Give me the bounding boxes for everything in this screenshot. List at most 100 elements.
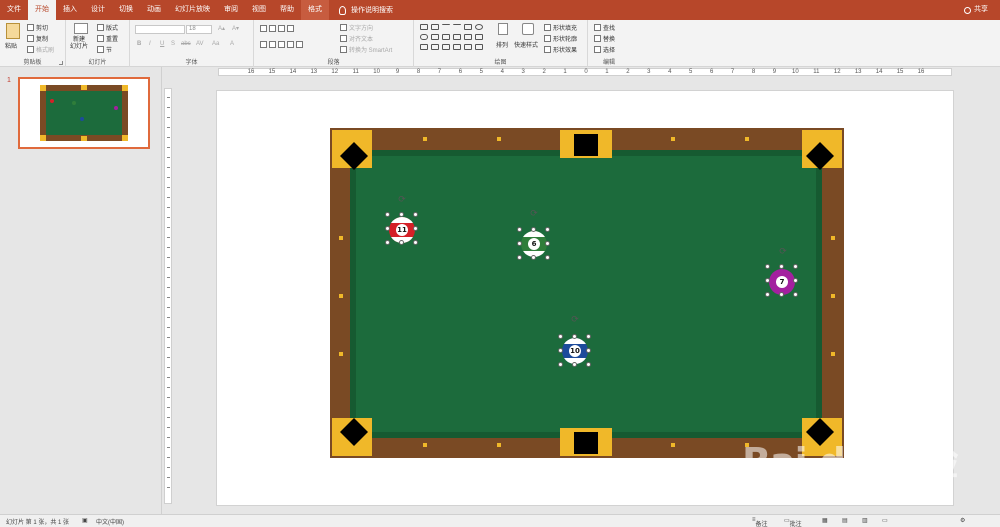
align-buttons[interactable] bbox=[260, 41, 305, 48]
resize-handle[interactable] bbox=[793, 292, 798, 297]
resize-handle[interactable] bbox=[531, 227, 536, 232]
text-direction-button[interactable]: 文字方向 bbox=[340, 23, 373, 32]
right-arrow-shape-icon[interactable] bbox=[453, 34, 461, 40]
shrink-font-button[interactable]: A▾ bbox=[232, 25, 239, 32]
shape-outline-button[interactable]: 形状轮廓 bbox=[544, 34, 577, 43]
tab-slideshow[interactable]: 幻灯片放映 bbox=[168, 0, 217, 20]
quick-styles-button[interactable]: 快速样式 bbox=[514, 40, 538, 49]
shape-effects-button[interactable]: 形状效果 bbox=[544, 45, 577, 54]
align-text-button[interactable]: 对齐文本 bbox=[340, 34, 373, 43]
tab-review[interactable]: 审阅 bbox=[217, 0, 245, 20]
resize-handle[interactable] bbox=[586, 348, 591, 353]
bracket-shape-icon[interactable] bbox=[453, 44, 461, 50]
rounded-rect-shape-icon[interactable] bbox=[420, 34, 428, 40]
comments-button[interactable]: ▭ 批注 bbox=[784, 517, 802, 527]
resize-handle[interactable] bbox=[572, 362, 577, 367]
replace-button[interactable]: 替换 bbox=[594, 34, 615, 43]
more-shapes-icon[interactable] bbox=[475, 44, 483, 50]
resize-handle[interactable] bbox=[558, 362, 563, 367]
resize-handle[interactable] bbox=[765, 264, 770, 269]
sorter-view-icon[interactable]: ▤ bbox=[842, 517, 848, 524]
resize-handle[interactable] bbox=[765, 278, 770, 283]
oval-shape-icon[interactable] bbox=[475, 24, 483, 30]
resize-handle[interactable] bbox=[545, 227, 550, 232]
shape-fill-button[interactable]: 形状填充 bbox=[544, 23, 577, 32]
resize-handle[interactable] bbox=[779, 292, 784, 297]
arrow-shape-icon[interactable] bbox=[453, 24, 461, 30]
resize-handle[interactable] bbox=[793, 264, 798, 269]
elbow-shape-icon[interactable] bbox=[442, 34, 450, 40]
resize-handle[interactable] bbox=[793, 278, 798, 283]
star-shape-icon[interactable] bbox=[464, 34, 472, 40]
format-painter-button[interactable]: 格式刷 bbox=[27, 45, 54, 54]
pool-ball-6[interactable]: 6 bbox=[521, 231, 547, 257]
resize-handle[interactable] bbox=[385, 226, 390, 231]
resize-handle[interactable] bbox=[385, 212, 390, 217]
brace-shape-icon[interactable] bbox=[475, 34, 483, 40]
normal-view-icon[interactable]: ▦ bbox=[822, 517, 828, 524]
font-color-button[interactable]: A bbox=[230, 41, 234, 47]
resize-handle[interactable] bbox=[517, 255, 522, 260]
tab-view[interactable]: 视图 bbox=[245, 0, 273, 20]
resize-handle[interactable] bbox=[413, 212, 418, 217]
paste-button[interactable]: 粘贴 bbox=[5, 41, 17, 50]
arrange-button[interactable]: 排列 bbox=[496, 40, 508, 49]
find-button[interactable]: 查找 bbox=[594, 23, 615, 32]
resize-handle[interactable] bbox=[586, 334, 591, 339]
tab-transitions[interactable]: 切换 bbox=[112, 0, 140, 20]
wave-shape-icon[interactable] bbox=[464, 44, 472, 50]
resize-handle[interactable] bbox=[385, 240, 390, 245]
slideshow-view-icon[interactable]: ▭ bbox=[882, 517, 888, 524]
resize-handle[interactable] bbox=[545, 241, 550, 246]
resize-handle[interactable] bbox=[765, 292, 770, 297]
underline-button[interactable]: U bbox=[160, 41, 164, 47]
share-button[interactable]: 共享 bbox=[964, 0, 988, 20]
slide-thumbnail[interactable] bbox=[18, 77, 150, 149]
resize-handle[interactable] bbox=[586, 362, 591, 367]
tab-design[interactable]: 设计 bbox=[84, 0, 112, 20]
resize-handle[interactable] bbox=[399, 212, 404, 217]
rotate-handle-icon[interactable]: ⟳ bbox=[530, 209, 538, 218]
rotate-handle-icon[interactable]: ⟳ bbox=[571, 315, 579, 324]
tab-help[interactable]: 帮助 bbox=[273, 0, 301, 20]
resize-handle[interactable] bbox=[517, 227, 522, 232]
resize-handle[interactable] bbox=[572, 334, 577, 339]
vertical-ruler[interactable] bbox=[164, 88, 172, 504]
copy-button[interactable]: 复制 bbox=[27, 34, 48, 43]
language-status[interactable]: 中文(中国) bbox=[96, 517, 124, 526]
tab-format[interactable]: 格式 bbox=[301, 0, 329, 20]
notes-button[interactable]: ≡ 备注 bbox=[752, 517, 768, 527]
resize-handle[interactable] bbox=[558, 348, 563, 353]
bullets-button[interactable] bbox=[260, 25, 296, 32]
layout-button[interactable]: 版式 bbox=[97, 23, 118, 32]
resize-handle[interactable] bbox=[531, 255, 536, 260]
horizontal-ruler[interactable]: 16 15 14 13 12 11 10 9 8 7 6 5 4 3 2 1 0 1 2 3 4 5 6 7 8 9 10 11 12 1… bbox=[218, 68, 952, 76]
callout-shape-icon[interactable] bbox=[420, 44, 428, 50]
curve-shape-icon[interactable] bbox=[431, 44, 439, 50]
tab-file[interactable]: 文件 bbox=[0, 0, 28, 20]
italic-button[interactable]: I bbox=[149, 41, 151, 47]
strikethrough-button[interactable]: abc bbox=[181, 41, 191, 47]
resize-handle[interactable] bbox=[545, 255, 550, 260]
resize-handle[interactable] bbox=[399, 240, 404, 245]
settings-icon[interactable]: ⚙ bbox=[960, 517, 965, 524]
pool-ball-10[interactable]: 10 bbox=[562, 338, 588, 364]
font-size-field[interactable]: 18 bbox=[186, 25, 212, 34]
tab-insert[interactable]: 插入 bbox=[56, 0, 84, 20]
rectangle-shape-icon[interactable] bbox=[464, 24, 472, 30]
spellcheck-icon[interactable]: ▣ bbox=[82, 517, 88, 524]
cut-button[interactable]: 剪切 bbox=[27, 23, 48, 32]
tab-home[interactable]: 开始 bbox=[28, 0, 56, 20]
line-shape-icon[interactable] bbox=[442, 24, 450, 30]
char-spacing-button[interactable]: AV bbox=[196, 41, 204, 47]
resize-handle[interactable] bbox=[779, 264, 784, 269]
clipboard-launcher-icon[interactable] bbox=[59, 61, 63, 65]
change-case-button[interactable]: Aa bbox=[212, 41, 219, 47]
tell-me-search[interactable]: 操作说明搜索 bbox=[339, 5, 393, 15]
resize-handle[interactable] bbox=[413, 240, 418, 245]
bold-button[interactable]: B bbox=[137, 41, 141, 47]
shadow-button[interactable]: S bbox=[171, 41, 175, 47]
new-slide-button[interactable]: 新建 幻灯片 bbox=[70, 37, 94, 51]
rotate-handle-icon[interactable]: ⟳ bbox=[398, 195, 406, 204]
textbox-shape-icon[interactable] bbox=[420, 24, 428, 30]
